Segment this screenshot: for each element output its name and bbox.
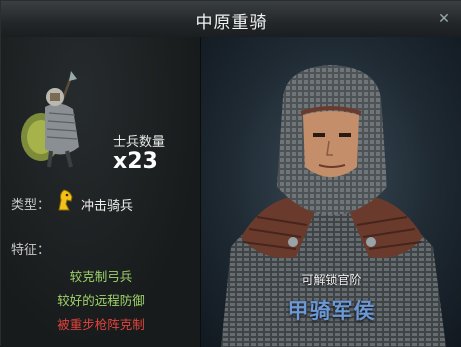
cavalry-portrait-icon xyxy=(21,71,79,168)
trait-advantage-archers: 较克制弓兵 xyxy=(69,269,133,284)
features-label: 特征： xyxy=(11,243,51,258)
trait-weak-vs-spear: 被重步枪阵克制 xyxy=(57,317,145,332)
soldier-count: x23 xyxy=(113,149,158,174)
unit-type-value: 冲击骑兵 xyxy=(81,199,134,214)
horse-head-icon xyxy=(58,189,73,211)
close-button[interactable]: ✕ xyxy=(432,6,456,30)
trait-ranged-defense: 较好的远程防御 xyxy=(57,293,145,308)
unlock-rank-label: 可解锁官阶 xyxy=(301,273,362,287)
unit-info-panel: 中原重骑 ✕ 士兵数量 x23 类型： 冲击骑兵 特征： 较克制弓兵 较好的远程… xyxy=(0,0,461,347)
soldier-count-label: 士兵数量 xyxy=(113,135,166,150)
title-bar: 中原重骑 ✕ xyxy=(1,1,461,38)
unit-type-label: 类型： xyxy=(11,198,51,213)
close-icon: ✕ xyxy=(438,9,450,26)
window-title: 中原重骑 xyxy=(195,13,268,33)
officer-rank: 甲骑军侯 xyxy=(287,299,376,323)
